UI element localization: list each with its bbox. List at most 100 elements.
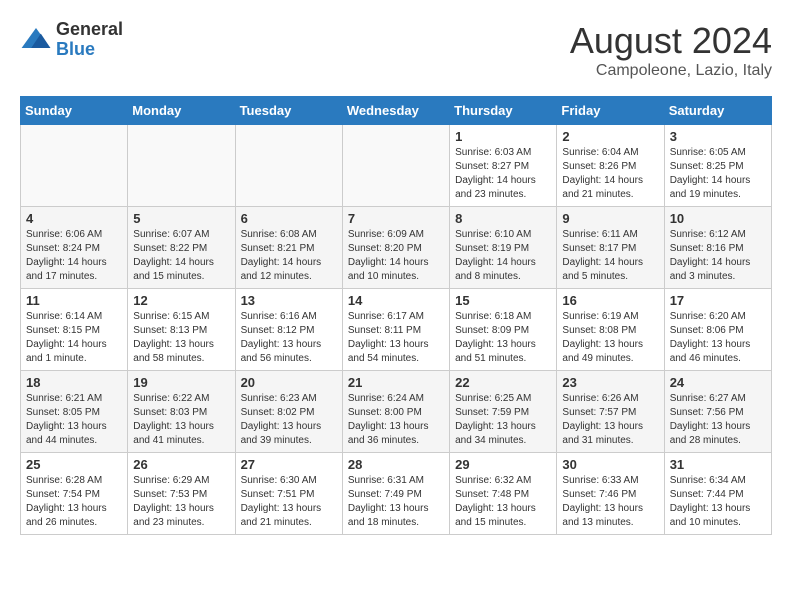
- calendar-cell: [235, 125, 342, 207]
- day-number: 9: [562, 211, 658, 226]
- calendar-body: 1Sunrise: 6:03 AM Sunset: 8:27 PM Daylig…: [21, 125, 772, 535]
- calendar-cell: 26 Sunrise: 6:29 AM Sunset: 7:53 PM Dayli…: [128, 453, 235, 535]
- day-number: 7: [348, 211, 444, 226]
- day-number: 21: [348, 375, 444, 390]
- calendar-cell: 13 Sunrise: 6:16 AM Sunset: 8:12 PM Dayli…: [235, 289, 342, 371]
- day-info: Sunrise: 6:06 AM Sunset: 8:24 PM Dayligh…: [26, 228, 122, 284]
- day-number: 13: [241, 293, 337, 308]
- day-info: Sunrise: 6:29 AM Sunset: 7:53 PM Dayligh…: [133, 474, 229, 530]
- calendar-table: SundayMondayTuesdayWednesdayThursdayFrid…: [20, 96, 772, 535]
- calendar-cell: 28 Sunrise: 6:31 AM Sunset: 7:49 PM Dayli…: [342, 453, 449, 535]
- title-block: August 2024 Campoleone, Lazio, Italy: [570, 20, 772, 80]
- day-number: 16: [562, 293, 658, 308]
- day-number: 15: [455, 293, 551, 308]
- day-number: 12: [133, 293, 229, 308]
- calendar-week-5: 25Sunrise: 6:28 AM Sunset: 7:54 PM Dayli…: [21, 453, 772, 535]
- day-info: Sunrise: 6:31 AM Sunset: 7:49 PM Dayligh…: [348, 474, 444, 530]
- calendar-cell: 31Sunrise: 6:34 AM Sunset: 7:44 PM Dayli…: [664, 453, 771, 535]
- day-info: Sunrise: 6:12 AM Sunset: 8:16 PM Dayligh…: [670, 228, 766, 284]
- location-subtitle: Campoleone, Lazio, Italy: [570, 62, 772, 80]
- calendar-header: SundayMondayTuesdayWednesdayThursdayFrid…: [21, 97, 772, 125]
- calendar-cell: 5 Sunrise: 6:07 AM Sunset: 8:22 PM Daylig…: [128, 207, 235, 289]
- day-number: 28: [348, 457, 444, 472]
- day-info: Sunrise: 6:07 AM Sunset: 8:22 PM Dayligh…: [133, 228, 229, 284]
- day-number: 18: [26, 375, 122, 390]
- logo: General Blue: [20, 20, 123, 60]
- calendar-cell: 15 Sunrise: 6:18 AM Sunset: 8:09 PM Dayli…: [450, 289, 557, 371]
- day-info: Sunrise: 6:05 AM Sunset: 8:25 PM Dayligh…: [670, 146, 766, 202]
- day-number: 8: [455, 211, 551, 226]
- day-info: Sunrise: 6:16 AM Sunset: 8:12 PM Dayligh…: [241, 310, 337, 366]
- day-number: 5: [133, 211, 229, 226]
- day-number: 22: [455, 375, 551, 390]
- calendar-cell: 30 Sunrise: 6:33 AM Sunset: 7:46 PM Dayli…: [557, 453, 664, 535]
- weekday-header-saturday: Saturday: [664, 97, 771, 125]
- day-number: 19: [133, 375, 229, 390]
- calendar-cell: 14Sunrise: 6:17 AM Sunset: 8:11 PM Dayli…: [342, 289, 449, 371]
- calendar-cell: 25Sunrise: 6:28 AM Sunset: 7:54 PM Dayli…: [21, 453, 128, 535]
- calendar-cell: 22 Sunrise: 6:25 AM Sunset: 7:59 PM Dayli…: [450, 371, 557, 453]
- weekday-header-thursday: Thursday: [450, 97, 557, 125]
- day-info: Sunrise: 6:18 AM Sunset: 8:09 PM Dayligh…: [455, 310, 551, 366]
- day-number: 3: [670, 129, 766, 144]
- day-info: Sunrise: 6:11 AM Sunset: 8:17 PM Dayligh…: [562, 228, 658, 284]
- calendar-cell: 24 Sunrise: 6:27 AM Sunset: 7:56 PM Dayli…: [664, 371, 771, 453]
- day-number: 17: [670, 293, 766, 308]
- day-info: Sunrise: 6:20 AM Sunset: 8:06 PM Dayligh…: [670, 310, 766, 366]
- day-info: Sunrise: 6:15 AM Sunset: 8:13 PM Dayligh…: [133, 310, 229, 366]
- day-info: Sunrise: 6:25 AM Sunset: 7:59 PM Dayligh…: [455, 392, 551, 448]
- day-info: Sunrise: 6:23 AM Sunset: 8:02 PM Dayligh…: [241, 392, 337, 448]
- day-number: 20: [241, 375, 337, 390]
- day-number: 10: [670, 211, 766, 226]
- calendar-week-3: 11Sunrise: 6:14 AM Sunset: 8:15 PM Dayli…: [21, 289, 772, 371]
- day-number: 2: [562, 129, 658, 144]
- calendar-week-4: 18 Sunrise: 6:21 AM Sunset: 8:05 PM Dayli…: [21, 371, 772, 453]
- day-number: 27: [241, 457, 337, 472]
- calendar-week-2: 4 Sunrise: 6:06 AM Sunset: 8:24 PM Daylig…: [21, 207, 772, 289]
- logo-general-text: General: [56, 20, 123, 40]
- day-info: Sunrise: 6:27 AM Sunset: 7:56 PM Dayligh…: [670, 392, 766, 448]
- calendar-cell: [342, 125, 449, 207]
- day-number: 31: [670, 457, 766, 472]
- weekday-header-monday: Monday: [128, 97, 235, 125]
- day-number: 24: [670, 375, 766, 390]
- calendar-cell: 18 Sunrise: 6:21 AM Sunset: 8:05 PM Dayli…: [21, 371, 128, 453]
- day-info: Sunrise: 6:24 AM Sunset: 8:00 PM Dayligh…: [348, 392, 444, 448]
- day-info: Sunrise: 6:04 AM Sunset: 8:26 PM Dayligh…: [562, 146, 658, 202]
- calendar-cell: 20 Sunrise: 6:23 AM Sunset: 8:02 PM Dayli…: [235, 371, 342, 453]
- day-info: Sunrise: 6:08 AM Sunset: 8:21 PM Dayligh…: [241, 228, 337, 284]
- calendar-cell: 9 Sunrise: 6:11 AM Sunset: 8:17 PM Daylig…: [557, 207, 664, 289]
- calendar-cell: 17 Sunrise: 6:20 AM Sunset: 8:06 PM Dayli…: [664, 289, 771, 371]
- calendar-cell: 29Sunrise: 6:32 AM Sunset: 7:48 PM Dayli…: [450, 453, 557, 535]
- weekday-header-wednesday: Wednesday: [342, 97, 449, 125]
- day-info: Sunrise: 6:19 AM Sunset: 8:08 PM Dayligh…: [562, 310, 658, 366]
- day-info: Sunrise: 6:09 AM Sunset: 8:20 PM Dayligh…: [348, 228, 444, 284]
- calendar-week-1: 1Sunrise: 6:03 AM Sunset: 8:27 PM Daylig…: [21, 125, 772, 207]
- logo-icon: [20, 24, 52, 56]
- day-info: Sunrise: 6:14 AM Sunset: 8:15 PM Dayligh…: [26, 310, 122, 366]
- month-year-title: August 2024: [570, 20, 772, 62]
- calendar-cell: 10 Sunrise: 6:12 AM Sunset: 8:16 PM Dayli…: [664, 207, 771, 289]
- calendar-cell: 23Sunrise: 6:26 AM Sunset: 7:57 PM Dayli…: [557, 371, 664, 453]
- day-number: 1: [455, 129, 551, 144]
- weekday-header-friday: Friday: [557, 97, 664, 125]
- day-number: 4: [26, 211, 122, 226]
- calendar-cell: 12 Sunrise: 6:15 AM Sunset: 8:13 PM Dayli…: [128, 289, 235, 371]
- day-info: Sunrise: 6:33 AM Sunset: 7:46 PM Dayligh…: [562, 474, 658, 530]
- day-number: 6: [241, 211, 337, 226]
- day-info: Sunrise: 6:17 AM Sunset: 8:11 PM Dayligh…: [348, 310, 444, 366]
- calendar-cell: [21, 125, 128, 207]
- calendar-cell: 4 Sunrise: 6:06 AM Sunset: 8:24 PM Daylig…: [21, 207, 128, 289]
- calendar-cell: 27Sunrise: 6:30 AM Sunset: 7:51 PM Dayli…: [235, 453, 342, 535]
- day-info: Sunrise: 6:21 AM Sunset: 8:05 PM Dayligh…: [26, 392, 122, 448]
- day-number: 23: [562, 375, 658, 390]
- calendar-cell: 19Sunrise: 6:22 AM Sunset: 8:03 PM Dayli…: [128, 371, 235, 453]
- calendar-cell: 3 Sunrise: 6:05 AM Sunset: 8:25 PM Daylig…: [664, 125, 771, 207]
- page-header: General Blue August 2024 Campoleone, Laz…: [20, 20, 772, 80]
- calendar-cell: 6 Sunrise: 6:08 AM Sunset: 8:21 PM Daylig…: [235, 207, 342, 289]
- day-number: 30: [562, 457, 658, 472]
- calendar-cell: 16 Sunrise: 6:19 AM Sunset: 8:08 PM Dayli…: [557, 289, 664, 371]
- calendar-cell: 7 Sunrise: 6:09 AM Sunset: 8:20 PM Daylig…: [342, 207, 449, 289]
- day-number: 26: [133, 457, 229, 472]
- logo-text: General Blue: [56, 20, 123, 60]
